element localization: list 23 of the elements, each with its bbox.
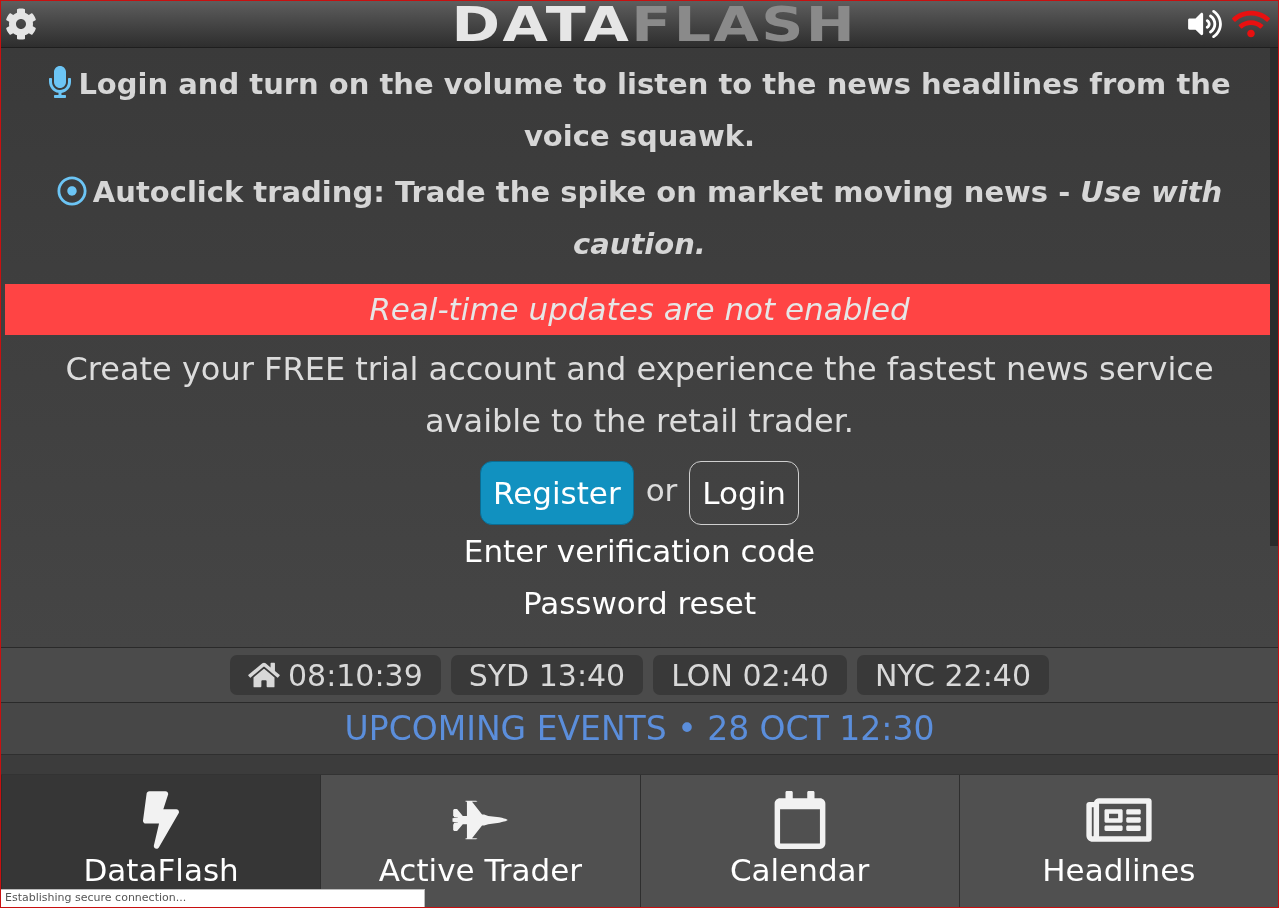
nav-tab[interactable]: DataFlash: [2, 775, 321, 889]
calendar-icon: [772, 791, 827, 849]
promo-text: Create your FREE trial account and experience the fastest news service avaible to the retail trader.: [64, 349, 1215, 442]
text-link[interactable]: Enter verification code: [463, 525, 816, 577]
notice-text: Autoclick trading: Trade the spike on market moving news - Use with caution.: [92, 175, 1223, 261]
status-text: Establishing secure connection...: [1, 889, 425, 907]
clock-time: 08:10:39: [288, 656, 423, 695]
login-button[interactable]: Login: [689, 461, 799, 525]
or-text: or: [645, 470, 678, 510]
volume-icon[interactable]: [1188, 9, 1222, 39]
lightning-bolt-icon: [143, 791, 180, 849]
notice-text: Login and turn on the volume to listen to the news headlines from the voice squawk.: [78, 67, 1231, 153]
clock-time: NYC 22:40: [874, 656, 1031, 695]
scrollbar-thumb[interactable]: [1270, 48, 1278, 546]
clock-time: SYD 13:40: [468, 656, 626, 695]
text-link[interactable]: Password reset: [522, 577, 757, 629]
settings-icon[interactable]: [5, 8, 37, 40]
microphone-icon: [48, 66, 73, 98]
wifi-icon[interactable]: [1232, 8, 1270, 40]
register-button[interactable]: Register: [480, 461, 634, 525]
logo: DATAFLASH: [451, 2, 858, 46]
home-icon: [248, 661, 280, 689]
clock-time: LON 02:40: [671, 656, 829, 695]
